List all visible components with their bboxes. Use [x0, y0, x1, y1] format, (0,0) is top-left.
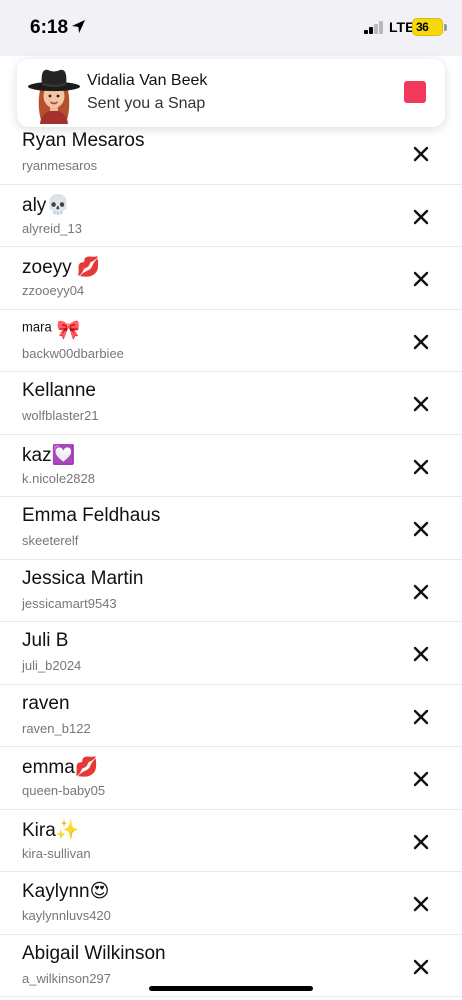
friend-display-name: zoeyy 💋 — [22, 257, 101, 278]
friend-username: jessicamart9543 — [22, 595, 117, 611]
friend-username: k.nicole2828 — [22, 470, 95, 486]
list-item[interactable]: aly💀 alyreid_13 — [0, 185, 462, 247]
friend-display-name: kaz💟 — [22, 444, 76, 466]
bitmoji-avatar — [28, 69, 80, 124]
notification-sender: Vidalia Van Beek — [87, 72, 208, 89]
list-item[interactable]: Emma Feldhaus skeeterelf — [0, 497, 462, 560]
friend-username: skeeterelf — [22, 533, 79, 548]
friend-username: backw00dbarbiee — [22, 345, 124, 361]
close-icon[interactable] — [410, 393, 432, 415]
battery-tip — [444, 24, 447, 31]
friend-username: kira-sullivan — [22, 845, 91, 861]
friend-username: wolfblaster21 — [22, 408, 99, 423]
friend-username: zzooeyy04 — [22, 283, 85, 298]
snap-indicator-icon — [404, 81, 426, 103]
list-item[interactable]: Kaylynn😍 kaylynnluvs420 — [0, 872, 462, 935]
close-icon[interactable] — [410, 706, 432, 728]
friend-display-name: aly💀 — [22, 194, 70, 216]
close-icon[interactable] — [410, 331, 432, 353]
list-item[interactable]: ᵐᵃʳᵃ 🎀 backw00dbarbiee — [0, 310, 462, 372]
close-icon[interactable] — [410, 143, 432, 165]
friend-username: ryanmesaros — [22, 158, 98, 173]
battery-icon: 36 — [412, 18, 443, 36]
friend-display-name: ᵐᵃʳᵃ 🎀 — [22, 319, 81, 341]
close-icon[interactable] — [410, 268, 432, 290]
close-icon[interactable] — [410, 893, 432, 915]
list-item[interactable]: emma💋 queen-baby05 — [0, 747, 462, 810]
close-icon[interactable] — [410, 831, 432, 853]
friend-username: a_wilkinson297 — [22, 970, 111, 986]
friend-display-name: emma💋 — [22, 757, 99, 778]
friend-display-name: Kira✨ — [22, 819, 80, 841]
close-icon[interactable] — [410, 768, 432, 790]
list-item[interactable]: Juli B juli_b2024 — [0, 622, 462, 685]
friend-display-name: Jessica Martin — [22, 567, 144, 589]
friend-username: juli_b2024 — [22, 658, 82, 673]
friend-display-name: Kellanne — [22, 380, 96, 401]
status-bar: 6:18 LTE 36 — [0, 0, 462, 56]
friend-display-name: Juli B — [22, 630, 69, 651]
friend-username: raven_b122 — [22, 720, 91, 736]
friend-username: kaylynnluvs420 — [22, 908, 111, 923]
close-icon[interactable] — [410, 956, 432, 978]
list-item[interactable]: Ryan Mesaros ryanmesaros — [0, 122, 462, 185]
close-icon[interactable] — [410, 581, 432, 603]
friend-username: alyreid_13 — [22, 220, 82, 236]
location-arrow-icon — [71, 19, 86, 34]
snap-notification-banner[interactable]: Vidalia Van Beek Sent you a Snap — [17, 59, 445, 127]
friend-username: queen-baby05 — [22, 783, 106, 798]
signal-strength-icon — [364, 21, 384, 34]
status-time: 6:18 — [30, 17, 69, 38]
list-item[interactable]: Kellanne wolfblaster21 — [0, 372, 462, 435]
friend-list: Ryan Mesaros ryanmesaros aly💀 alyreid_13zoe… — [0, 122, 462, 997]
close-icon[interactable] — [410, 643, 432, 665]
list-item[interactable]: kaz💟 k.nicole2828 — [0, 435, 462, 497]
list-item[interactable]: Jessica Martin jessicamart9543 — [0, 560, 462, 622]
friend-display-name: Emma Feldhaus — [22, 505, 161, 526]
list-item[interactable]: zoeyy 💋 zzooeyy04 — [0, 247, 462, 310]
network-type: LTE — [389, 19, 415, 35]
friend-display-name: Abigail Wilkinson — [22, 942, 166, 964]
battery-level: 36 — [416, 20, 429, 34]
friend-display-name: raven — [22, 692, 70, 714]
home-indicator[interactable] — [149, 986, 313, 991]
friend-display-name: Kaylynn😍 — [22, 881, 110, 902]
close-icon[interactable] — [410, 518, 432, 540]
friend-display-name: Ryan Mesaros — [22, 130, 145, 151]
close-icon[interactable] — [410, 456, 432, 478]
close-icon[interactable] — [410, 206, 432, 228]
list-item[interactable]: raven raven_b122 — [0, 685, 462, 747]
list-item[interactable]: Kira✨ kira-sullivan — [0, 810, 462, 872]
notification-message: Sent you a Snap — [87, 95, 206, 112]
